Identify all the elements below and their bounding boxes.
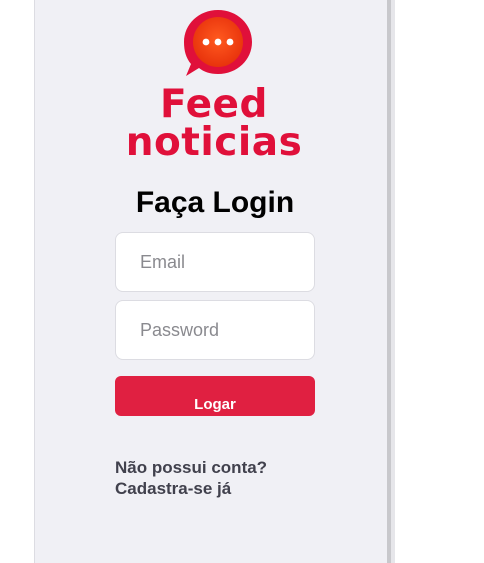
login-button[interactable]: Logar (115, 376, 315, 416)
brand-name: Feed noticias (110, 82, 318, 166)
email-field[interactable]: Email (115, 232, 315, 292)
page: Feed noticias Faça Login Email Password … (0, 0, 484, 563)
signup-line1: Não possui conta? (115, 458, 268, 477)
signup-line2: Cadastra-se já (115, 479, 232, 498)
password-placeholder: Password (140, 320, 220, 340)
brand-name-line2: noticias (125, 120, 303, 166)
signup-link[interactable]: Não possui conta? Cadastra-se já (115, 457, 345, 499)
chat-bubble-ellipsis-icon (184, 10, 252, 76)
email-placeholder: Email (140, 252, 186, 272)
page-title: Faça Login (135, 186, 295, 219)
panel-divider (391, 0, 395, 563)
brand-name-line1: Feed (160, 82, 268, 127)
password-field[interactable]: Password (115, 300, 315, 360)
